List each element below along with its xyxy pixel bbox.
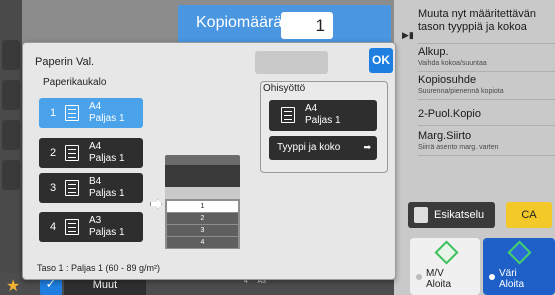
right-panel-item-duplex[interactable]: 2-Puol.Kopio <box>418 108 555 126</box>
mode-tab[interactable] <box>2 80 20 110</box>
bypass-tray-arrow-icon <box>150 199 162 209</box>
start-icon <box>434 240 459 265</box>
bw-start-label: M/V Aloita <box>426 268 451 290</box>
printer-output <box>165 187 240 199</box>
bypass-label: Ohisyöttö <box>263 83 306 94</box>
preview-button[interactable]: Esikatselu <box>408 202 495 228</box>
arrow-right-icon: ▶▮ <box>402 30 414 40</box>
right-panel-item-subtitle: Suurenna/pienennä kopiota <box>418 88 504 95</box>
apply-button[interactable] <box>255 51 328 74</box>
tray-info: A4 Paljas 1 <box>89 101 125 125</box>
bypass-tray-button[interactable]: A4 Paljas 1 <box>269 100 377 131</box>
paper-icon <box>65 219 79 235</box>
tray-type: Paljas 1 <box>89 227 125 238</box>
start-icon <box>507 240 532 265</box>
right-panel-item-title: Marg.Siirto <box>418 130 472 142</box>
type-and-size-label: Tyyppi ja koko <box>277 142 341 153</box>
ok-button[interactable]: OK <box>369 48 393 73</box>
bypass-info: A4 Paljas 1 <box>305 103 341 127</box>
left-mode-strip <box>0 0 22 295</box>
printer-trays: 1 2 3 4 <box>165 199 240 249</box>
paper-select-dialog: Paperin Val. OK Paperikaukalo 1 A4 Palja… <box>22 42 396 280</box>
mode-tab[interactable] <box>2 40 20 70</box>
star-icon[interactable]: ★ <box>6 276 20 295</box>
printer-slot: 4 <box>167 237 238 248</box>
mode-tab[interactable] <box>2 120 20 150</box>
bypass-size: A4 <box>305 103 318 114</box>
tray-button-1[interactable]: 1 A4 Paljas 1 <box>39 98 143 128</box>
paper-icon <box>65 105 79 121</box>
tray-number: 1 <box>50 107 57 119</box>
tray-type: Paljas 1 <box>89 113 125 124</box>
clear-all-button[interactable]: CA <box>506 202 552 228</box>
bw-start-line2: Aloita <box>426 279 452 290</box>
tray-number: 3 <box>50 182 57 194</box>
color-start-label: Väri Aloita <box>499 268 524 290</box>
right-panel-item-title: Alkup. <box>418 46 449 58</box>
right-panel-item-margin-shift[interactable]: Marg.Siirto Siirrä asento marg. varten <box>418 130 555 156</box>
tray-type: Paljas 1 <box>89 153 125 164</box>
right-panel-item-tray-settings[interactable]: Muuta nyt määritettävän tason tyyppiä ja… <box>418 8 555 44</box>
right-panel-item-title: 2-Puol.Kopio <box>418 108 481 120</box>
printer-slot: 1 <box>167 201 238 212</box>
type-and-size-button[interactable]: Tyyppi ja koko ➡ <box>269 136 377 160</box>
printer-slot: 3 <box>167 225 238 236</box>
right-panel-item-copy-ratio[interactable]: Kopiosuhde Suurenna/pienennä kopiota <box>418 74 555 100</box>
tray-button-4[interactable]: 4 A3 Paljas 1 <box>39 212 143 242</box>
copies-label: Kopiomäärä <box>196 14 283 31</box>
color-start-line1: Väri <box>499 268 517 279</box>
mode-tab[interactable] <box>2 160 20 190</box>
tray-info: B4 Paljas 1 <box>89 176 125 200</box>
tray-button-3[interactable]: 3 B4 Paljas 1 <box>39 173 143 203</box>
tray-size: A4 <box>89 101 102 112</box>
tray-type: Paljas 1 <box>89 188 125 199</box>
color-indicator-icon <box>489 274 495 280</box>
right-panel-item-original[interactable]: Alkup. Vaihda kokoa/suuntaa <box>418 46 555 72</box>
right-panel-item-title: Muuta nyt määritettävän tason tyyppiä ja… <box>418 8 537 33</box>
bw-start-line1: M/V <box>426 268 444 279</box>
tray-number: 4 <box>50 221 57 233</box>
preview-icon <box>414 207 428 223</box>
tray-info: A3 Paljas 1 <box>89 215 125 239</box>
right-panel-item-subtitle: Siirrä asento marg. varten <box>418 144 499 151</box>
printer-body <box>165 165 240 187</box>
printer-top <box>165 155 240 165</box>
color-start-line2: Aloita <box>499 279 525 290</box>
tray-size: A4 <box>89 141 102 152</box>
bypass-type: Paljas 1 <box>305 115 341 126</box>
tray-size: A3 <box>89 215 102 226</box>
copies-input[interactable]: 1 <box>281 12 333 39</box>
right-panel-item-subtitle: Vaihda kokoa/suuntaa <box>418 60 487 67</box>
printer-icon: 1 2 3 4 <box>165 155 240 250</box>
tray-button-2[interactable]: 2 A4 Paljas 1 <box>39 138 143 168</box>
tray-section-label: Paperikaukalo <box>43 77 107 88</box>
tray-info: A4 Paljas 1 <box>89 141 125 165</box>
paper-icon <box>65 180 79 196</box>
tray-number: 2 <box>50 147 57 159</box>
dialog-title: Paperin Val. <box>35 56 95 68</box>
right-panel-item-title: Kopiosuhde <box>418 74 477 86</box>
color-start-button[interactable]: Väri Aloita <box>483 238 555 295</box>
paper-icon <box>65 145 79 161</box>
preview-label: Esikatselu <box>434 209 485 221</box>
bw-indicator-icon <box>416 274 422 280</box>
arrow-right-icon: ➡ <box>363 142 371 152</box>
tray-footer-info: Taso 1 : Paljas 1 (60 - 89 g/m²) <box>37 263 161 273</box>
printer-slot: 2 <box>167 213 238 224</box>
bw-start-button[interactable]: M/V Aloita <box>410 238 480 295</box>
tray-size: B4 <box>89 176 102 187</box>
bypass-paper-icon <box>281 107 295 123</box>
